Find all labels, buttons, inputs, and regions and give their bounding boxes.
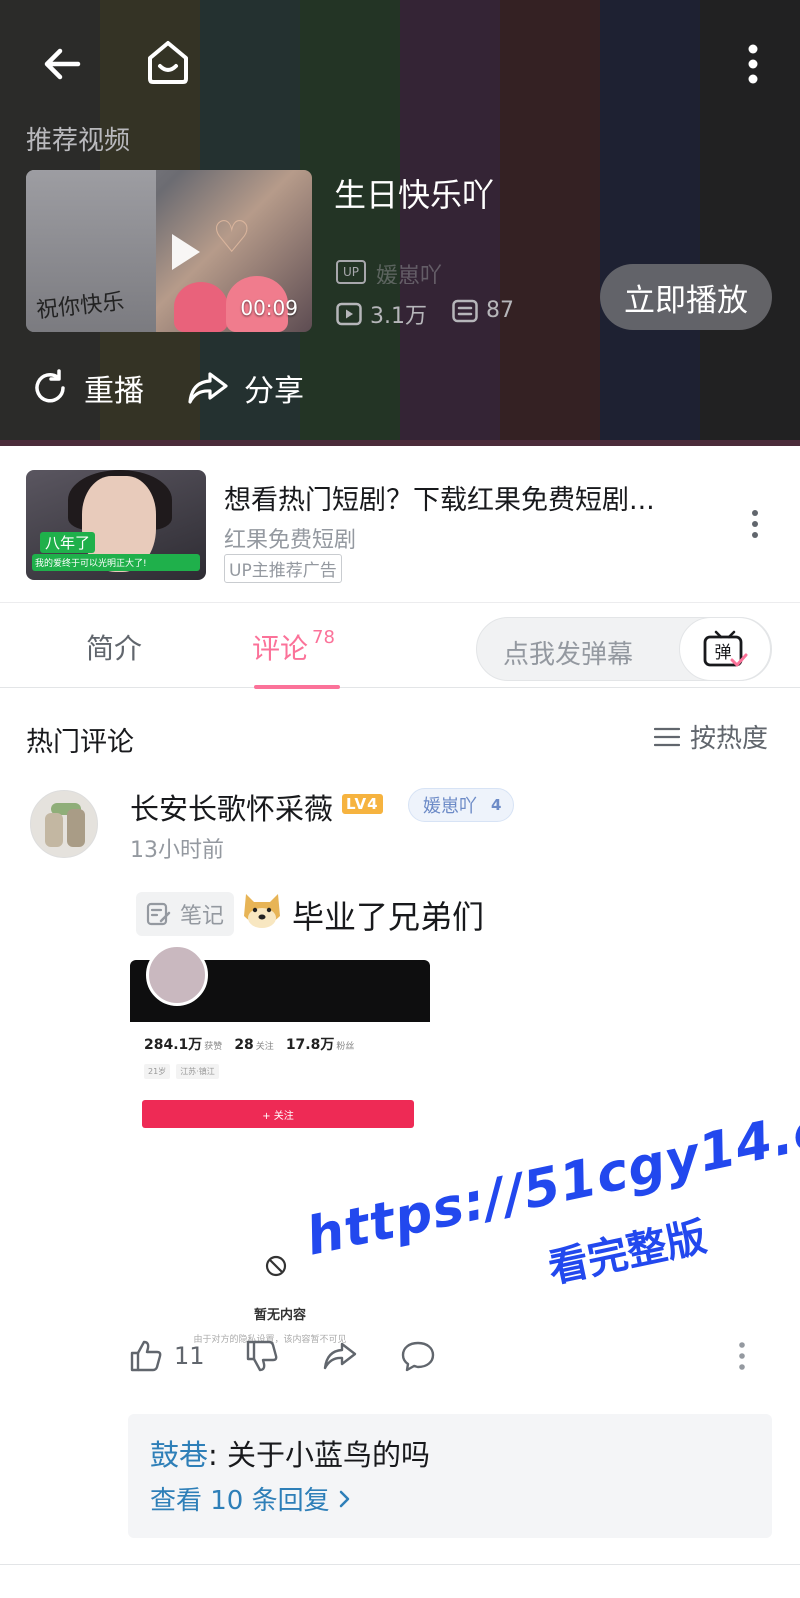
note-tag[interactable]: 笔记 — [136, 892, 235, 936]
thumbs-up-icon — [130, 1340, 162, 1372]
hot-comments-heading: 热门评论 — [26, 727, 134, 758]
ad-thumbnail[interactable]: 八年了 我的爱终于可以光明正大了! — [26, 470, 206, 580]
dislike-button[interactable] — [244, 1338, 280, 1374]
video-duration: 00:09 — [240, 296, 298, 320]
sort-button[interactable]: 按热度 — [654, 718, 768, 755]
more-vertical-icon — [748, 44, 758, 84]
ad-badge: UP主推荐广告 — [224, 554, 342, 583]
profile-follow-button: + 关注 — [142, 1100, 414, 1128]
comment-time: 13小时前 — [130, 838, 224, 863]
view-replies-label: 查看 10 条回复 — [150, 1486, 330, 1516]
play-count: 3.1万 — [336, 298, 427, 330]
up-name: 媛崽吖 — [376, 264, 443, 284]
more-vertical-icon — [739, 1342, 745, 1370]
ad-source: 红果免费短剧 — [224, 528, 357, 553]
reply-preview[interactable]: 鼓巷: 关于小蓝鸟的吗 — [150, 1432, 430, 1474]
thumbs-down-icon — [246, 1340, 278, 1372]
tab-active-indicator — [254, 685, 340, 689]
play-icon — [172, 234, 200, 270]
ad-thumb-subcaption: 我的爱终于可以光明正大了! — [32, 554, 200, 571]
ad-title[interactable]: 想看热门短剧？下载红果免费短剧... — [224, 478, 694, 517]
svg-text:弹: 弹 — [715, 643, 732, 663]
more-vertical-icon — [752, 510, 758, 538]
recommended-video-title[interactable]: 生日快乐吖 — [334, 170, 494, 216]
danmaku-toggle-icon: 弹 — [703, 630, 748, 667]
replay-button[interactable]: 重播 — [30, 366, 144, 410]
comment-text: 毕业了兄弟们 — [292, 898, 485, 936]
up-tag-icon: UP — [336, 260, 366, 284]
divider — [0, 1564, 800, 1565]
comment-image[interactable]: 284.1万 获赞 28 关注 17.8万 粉丝 21岁 江苏·镇江 + 关注 暂无内… — [130, 944, 430, 1380]
no-content-title: 暂无内容 — [253, 1308, 306, 1323]
home-tv-icon — [148, 41, 188, 84]
profile-stats: 284.1万 获赞 28 关注 17.8万 粉丝 — [144, 1037, 355, 1053]
sort-lines-icon — [654, 727, 680, 746]
replies-preview: 鼓巷: 关于小蓝鸟的吗 查看 10 条回复 — [128, 1414, 772, 1538]
tabs-bar: 简介 评论 78 点我发弹幕 弹 — [0, 602, 800, 689]
watermark-subtitle: 看完整版 — [544, 1214, 711, 1293]
ad-more-button[interactable] — [740, 504, 770, 544]
share-label: 分享 — [244, 374, 304, 409]
play-now-button[interactable]: 立即播放 — [600, 264, 772, 330]
comment-actions: 11 — [128, 1338, 778, 1390]
replay-label: 重播 — [84, 374, 144, 409]
recommended-video-thumbnail[interactable]: 祝你快乐 ♡ 00:09 — [26, 170, 312, 332]
fan-medal-badge[interactable]: 媛崽吖 4 — [408, 788, 515, 822]
tab-comments[interactable]: 评论 78 — [252, 627, 335, 667]
replay-icon — [35, 369, 65, 403]
chevron-right-icon — [339, 1490, 349, 1507]
more-options-button[interactable] — [736, 36, 770, 92]
play-count-icon — [336, 302, 362, 326]
sort-label: 按热度 — [690, 724, 769, 754]
level-badge: LV4 — [342, 794, 383, 814]
comment-more-button[interactable] — [736, 1338, 748, 1374]
video-end-panel: 推荐视频 祝你快乐 ♡ 00:09 生日快乐吖 UP 媛崽吖 3.1万 87 立… — [0, 0, 800, 446]
tab-intro[interactable]: 简介 — [86, 627, 142, 667]
danmaku-count: 87 — [452, 298, 514, 323]
share-button[interactable]: 分享 — [186, 366, 304, 410]
tab-comments-label: 评论 — [252, 632, 309, 665]
ad-card[interactable]: 八年了 我的爱终于可以光明正大了! 想看热门短剧？下载红果免费短剧... 红果免… — [0, 446, 800, 602]
heart-decoration: ♡ — [212, 212, 252, 263]
recommend-label: 推荐视频 — [26, 126, 131, 156]
fan-medal-name: 媛崽吖 — [423, 796, 477, 817]
note-icon — [146, 902, 171, 926]
note-label: 笔记 — [180, 904, 225, 929]
comment-bubble-icon — [401, 1341, 435, 1372]
like-button[interactable]: 11 — [128, 1338, 205, 1374]
share-arrow-icon — [188, 372, 228, 404]
reply-text: : 关于小蓝鸟的吗 — [208, 1438, 431, 1472]
doge-emoji-icon — [244, 894, 280, 928]
tab-comments-count: 78 — [312, 627, 335, 648]
fan-medal-level: 4 — [491, 796, 502, 814]
share-arrow-icon — [323, 1342, 357, 1370]
danmaku-placeholder: 点我发弹幕 — [503, 640, 634, 670]
back-button[interactable] — [34, 36, 90, 92]
reply-button[interactable] — [400, 1338, 436, 1374]
view-replies-link[interactable]: 查看 10 条回复 — [150, 1480, 352, 1517]
danmaku-count-icon — [452, 299, 478, 322]
back-arrow-icon — [44, 48, 81, 80]
home-button[interactable] — [138, 32, 198, 92]
avatar[interactable] — [30, 790, 98, 858]
no-content-icon — [265, 1255, 287, 1277]
comment-share-button[interactable] — [322, 1338, 358, 1374]
ad-thumb-caption: 八年了 — [40, 532, 96, 553]
comment-username[interactable]: 长安长歌怀采薇 — [130, 786, 333, 828]
profile-tags: 21岁 江苏·镇江 — [144, 1064, 219, 1079]
profile-avatar-image — [146, 944, 208, 1006]
like-count: 11 — [174, 1342, 205, 1370]
reply-username[interactable]: 鼓巷 — [150, 1438, 208, 1472]
danmaku-input[interactable]: 点我发弹幕 弹 — [476, 617, 772, 681]
danmaku-toggle[interactable]: 弹 — [679, 617, 771, 681]
